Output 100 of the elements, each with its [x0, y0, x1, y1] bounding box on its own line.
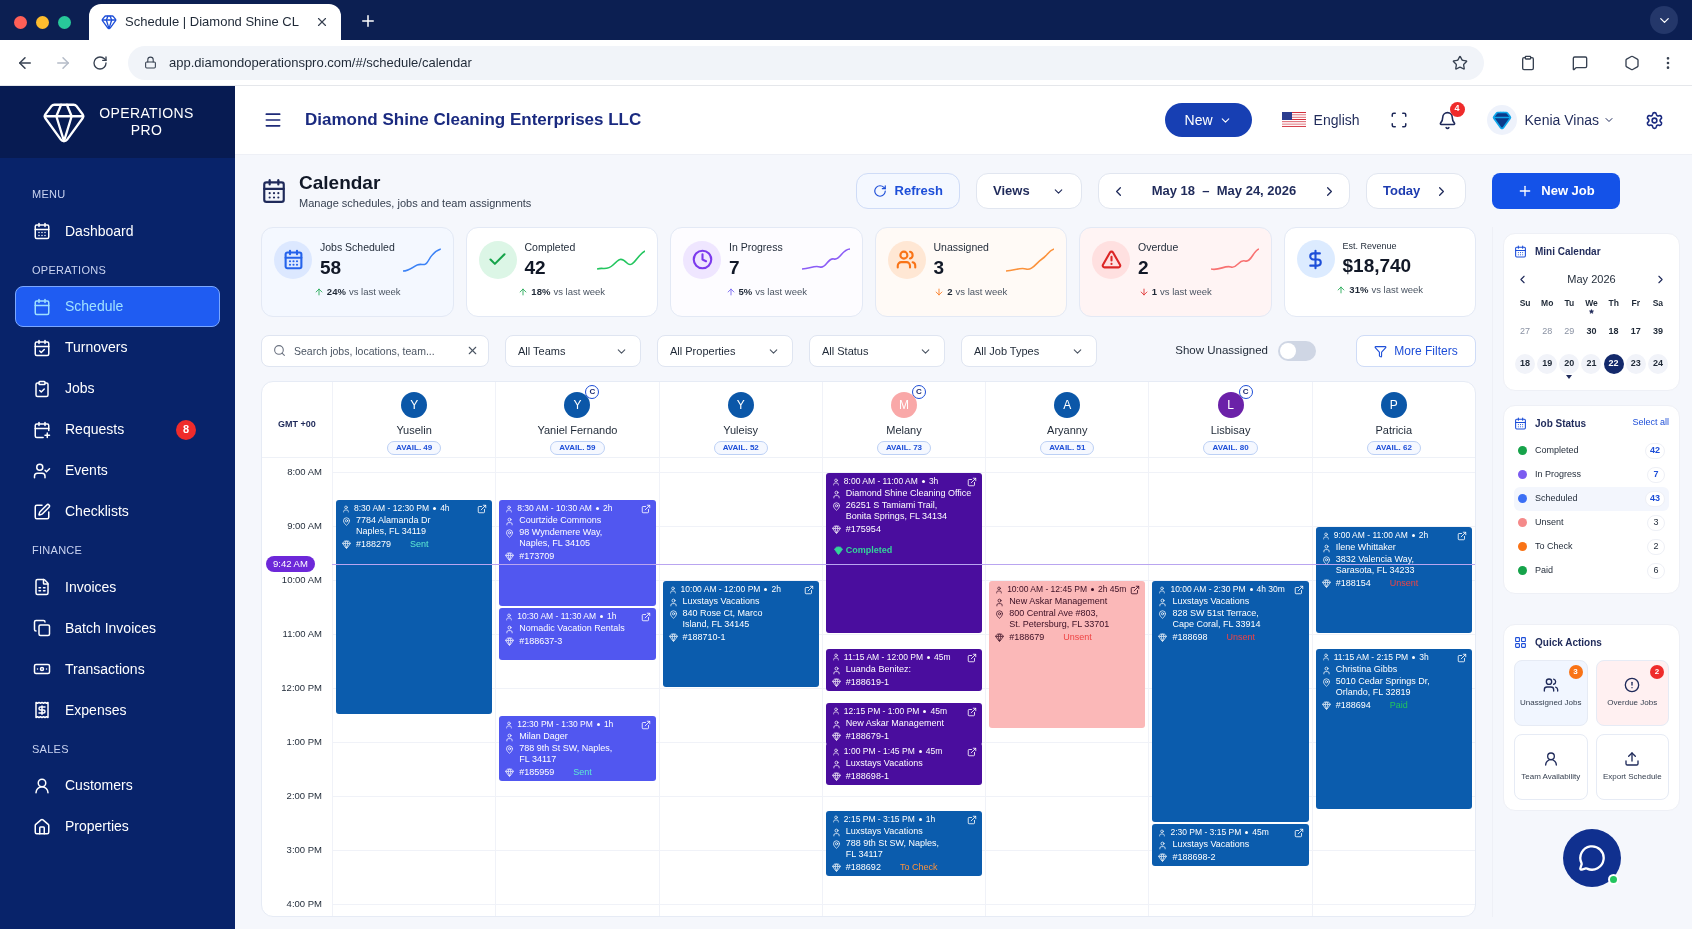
quick-action-button[interactable]: Overdue Jobs 2	[1595, 659, 1669, 726]
new-job-button[interactable]: New Job	[1492, 173, 1620, 209]
close-window-button[interactable]	[14, 15, 27, 29]
status-filter-row[interactable]: Scheduled 43	[1514, 486, 1669, 511]
diamond-icon	[505, 552, 515, 561]
job-card[interactable]: 11:15 AM - 12:00 PM 45m Luanda Benitez: #188619-1	[825, 648, 983, 691]
views-dropdown[interactable]: Views	[976, 173, 1082, 209]
external-link-icon[interactable]	[967, 706, 978, 717]
new-tab-icon[interactable]	[359, 12, 377, 30]
job-card[interactable]: 8:30 AM - 12:30 PM 4h 7784 Alamanda Dr Naples, FL 34119 #188279 Sent	[336, 500, 493, 714]
external-link-icon[interactable]	[1293, 585, 1304, 595]
sidebar-item[interactable]: Requests 8	[15, 409, 220, 450]
sidebar-item[interactable]: Properties	[15, 806, 220, 847]
filter-dropdown[interactable]: All Properties	[657, 335, 793, 367]
refresh-button[interactable]: Refresh	[855, 173, 960, 209]
sidebar-item[interactable]: Events	[15, 450, 220, 491]
filter-dropdown[interactable]: All Status	[809, 335, 945, 367]
sidebar-item[interactable]: Transactions	[15, 648, 220, 690]
external-link-icon[interactable]	[640, 720, 651, 730]
quick-action-button[interactable]: Export Schedule	[1595, 733, 1669, 800]
language-selector[interactable]: English	[1281, 109, 1360, 131]
status-filter-row[interactable]: Completed 42	[1514, 438, 1669, 463]
clear-icon[interactable]	[466, 344, 479, 357]
today-button[interactable]: Today	[1366, 173, 1466, 209]
status-count: 6	[1647, 562, 1665, 579]
search-field[interactable]: Search jobs, locations, team...	[261, 335, 489, 367]
filter-dropdown[interactable]: All Job Types	[961, 335, 1097, 367]
sidebar-item[interactable]: Customers	[15, 765, 220, 806]
menu-icon[interactable]	[263, 110, 283, 130]
job-card[interactable]: 2:30 PM - 3:15 PM 45m Luxstays Vacations #188698-2	[1152, 824, 1309, 866]
job-card[interactable]: 12:15 PM - 1:00 PM 45m New Askar Management #188679-1	[825, 702, 983, 745]
external-link-icon[interactable]	[1456, 652, 1467, 663]
job-time: 10:00 AM - 12:45 PM	[1007, 584, 1087, 595]
sidebar-item[interactable]: Jobs	[15, 368, 220, 409]
select-all-link[interactable]: Select all	[1632, 416, 1669, 430]
status-filter-row[interactable]: To Check 2	[1514, 534, 1669, 559]
quick-action-button[interactable]: Team Availability	[1514, 733, 1588, 800]
user-menu[interactable]: Kenia Vinas	[1486, 105, 1615, 135]
external-link-icon[interactable]	[477, 504, 488, 514]
calendar-day[interactable]: 30	[1581, 321, 1602, 348]
map-pin-icon	[831, 502, 841, 511]
sidebar-item[interactable]: Batch Invoices	[15, 607, 220, 649]
sidebar-item[interactable]: Checklists	[15, 491, 220, 532]
sidebar-item[interactable]: Schedule	[15, 286, 220, 327]
status-filter-row[interactable]: Paid 6	[1514, 558, 1669, 583]
external-link-icon[interactable]	[1456, 531, 1467, 541]
reload-icon[interactable]	[92, 54, 108, 71]
address-bar[interactable]: app.diamondoperationspro.com/#/schedule/calendar	[128, 45, 1484, 80]
fullscreen-icon[interactable]	[1389, 111, 1408, 129]
job-card[interactable]: 2:15 PM - 3:15 PM 1h Luxstays Vacations 788 9th St SW, Naples, FL 34117 #188692 To Check	[825, 810, 983, 876]
close-icon[interactable]	[315, 15, 329, 29]
job-card[interactable]: 10:30 AM - 11:30 AM 1h Nomadic Vacation Rentals #188637-3	[499, 608, 656, 660]
extension-icon[interactable]	[1624, 54, 1640, 71]
new-button[interactable]: New	[1164, 103, 1252, 137]
quick-action-button[interactable]: Unassigned Jobs 3	[1514, 659, 1588, 726]
sidebar-item[interactable]: Dashboard	[15, 210, 220, 252]
job-card[interactable]: 10:00 AM - 2:30 PM 4h 30m Luxstays Vacations 828 SW 51st Terrace, Cape Coral, FL 33914 #188698 Unsent	[1152, 581, 1309, 822]
external-link-icon[interactable]	[1293, 828, 1304, 838]
calendar-day[interactable]: 39	[1647, 321, 1668, 348]
job-card[interactable]: 10:00 AM - 12:00 PM 2h Luxstays Vacations 840 Rose Ct, Marco Island, FL 34145 #188710-1	[662, 581, 819, 687]
more-filters-button[interactable]: More Filters	[1356, 335, 1476, 367]
external-link-icon[interactable]	[1130, 585, 1141, 595]
change-value: 5%	[738, 284, 753, 299]
minimize-window-button[interactable]	[36, 15, 49, 29]
filter-dropdown[interactable]: All Teams	[505, 335, 641, 367]
job-time: 12:15 PM - 1:00 PM	[843, 705, 920, 717]
map-pin-icon	[1321, 556, 1331, 565]
calendar-day[interactable]: 18	[1603, 321, 1624, 348]
job-card[interactable]: 1:00 PM - 1:45 PM 45m Luxstays Vacations #188698-1	[825, 743, 983, 785]
external-link-icon[interactable]	[967, 652, 978, 663]
calendar-day[interactable]: 17	[1625, 321, 1646, 348]
external-link-icon[interactable]	[967, 747, 978, 757]
diamond-icon	[995, 633, 1005, 642]
external-link-icon[interactable]	[640, 612, 651, 622]
toggle-switch[interactable]	[1278, 341, 1316, 361]
job-card[interactable]: 9:00 AM - 11:00 AM 2h Ilene Whittaker 3832 Valencia Way, Sarasota, FL 34233 #188154 Unsent	[1315, 527, 1472, 633]
extension-icon[interactable]	[1520, 54, 1536, 71]
bookmark-star-icon[interactable]	[1452, 54, 1468, 71]
brand-name: OPERATIONS	[99, 105, 194, 122]
extension-icon[interactable]	[1572, 54, 1588, 71]
notifications-button[interactable]	[1437, 110, 1457, 130]
job-card[interactable]: 12:30 PM - 1:30 PM 1h Milan Dager 788 9th St SW, Naples, FL 34117 #185959 Sent	[499, 716, 656, 781]
external-link-icon[interactable]	[967, 477, 978, 487]
maximize-window-button[interactable]	[58, 15, 71, 29]
external-link-icon[interactable]	[640, 504, 651, 514]
job-card[interactable]: 8:00 AM - 11:00 AM 3h Diamond Shine Cleaning Office 26251 S Tamiami Trail, Bonita Springs, FL 34134 #175954 Completed	[825, 473, 983, 633]
status-filter-row[interactable]: In Progress 7	[1514, 462, 1669, 487]
status-filter-row[interactable]: Unsent 3	[1514, 510, 1669, 535]
job-card[interactable]: 11:15 AM - 2:15 PM 3h Christina Gibbs 5010 Cedar Springs Dr, Orlando, FL 32819 #188694 Paid	[1315, 648, 1472, 809]
sidebar-item[interactable]: Expenses	[15, 689, 220, 731]
client-name: Milan Dager	[519, 731, 568, 742]
job-card[interactable]: 8:30 AM - 10:30 AM 2h Courtzide Commons 98 Wyndemere Way, Naples, FL 34105 #173709	[499, 500, 656, 606]
external-link-icon[interactable]	[967, 814, 978, 825]
browser-tab[interactable]: Schedule | Diamond Shine CL	[89, 4, 341, 40]
tab-menu-button[interactable]	[1650, 6, 1678, 34]
settings-icon[interactable]	[1645, 110, 1664, 130]
sidebar-item[interactable]: Invoices	[15, 566, 220, 608]
job-card[interactable]: 10:00 AM - 12:45 PM 2h 45m New Askar Management 800 Central Ave #803, St. Petersburg, FL 33701 #188679 Unsent	[989, 581, 1146, 728]
external-link-icon[interactable]	[803, 585, 814, 595]
sidebar-item[interactable]: Turnovers	[15, 327, 220, 368]
